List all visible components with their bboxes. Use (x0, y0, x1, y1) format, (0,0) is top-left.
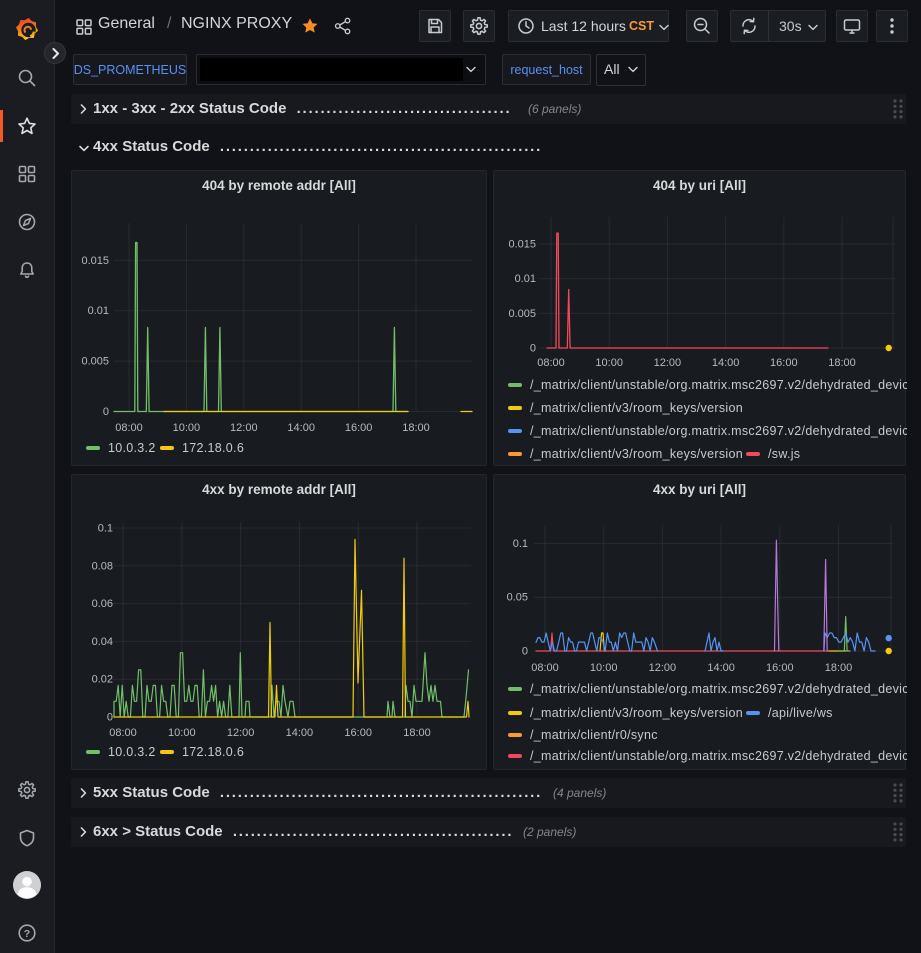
svg-text:0: 0 (103, 406, 109, 418)
svg-text:14:00: 14:00 (712, 357, 740, 369)
svg-text:14:00: 14:00 (286, 727, 314, 739)
svg-text:12:00: 12:00 (227, 727, 255, 739)
svg-text:08:00: 08:00 (531, 662, 559, 674)
svg-text:/_matrix/client/v3/room_keys/v: /_matrix/client/v3/room_keys/version (530, 447, 743, 461)
svg-text:0.04: 0.04 (92, 636, 113, 648)
svg-text:/_matrix/client/v3/room_keys/v: /_matrix/client/v3/room_keys/version (530, 706, 743, 720)
svg-text:10:00: 10:00 (595, 357, 623, 369)
svg-text:10:00: 10:00 (168, 727, 196, 739)
svg-text:0: 0 (522, 646, 528, 658)
svg-text:08:00: 08:00 (109, 727, 137, 739)
svg-text:0.015: 0.015 (81, 255, 109, 267)
svg-text:12:00: 12:00 (654, 357, 682, 369)
svg-text:/api/live/ws: /api/live/ws (768, 706, 833, 720)
svg-text:14:00: 14:00 (707, 662, 735, 674)
svg-text:/_matrix/client/unstable/org.m: /_matrix/client/unstable/org.matrix.msc2… (530, 682, 907, 696)
svg-text:0.01: 0.01 (88, 305, 109, 317)
svg-text:16:00: 16:00 (344, 727, 372, 739)
svg-text:0.005: 0.005 (508, 308, 536, 320)
svg-text:08:00: 08:00 (115, 422, 143, 434)
svg-text:0.005: 0.005 (81, 356, 109, 368)
svg-text:172.18.0.6: 172.18.0.6 (182, 745, 244, 759)
svg-text:18:00: 18:00 (403, 727, 431, 739)
svg-text:18:00: 18:00 (828, 357, 856, 369)
svg-text:10:00: 10:00 (173, 422, 201, 434)
svg-text:0.08: 0.08 (92, 560, 113, 572)
svg-text:?: ? (24, 928, 30, 940)
svg-text:/_matrix/client/unstable/org.m: /_matrix/client/unstable/org.matrix.msc2… (530, 749, 907, 763)
svg-text:0.1: 0.1 (98, 523, 113, 535)
svg-text:/_matrix/client/unstable/org.m: /_matrix/client/unstable/org.matrix.msc2… (530, 424, 907, 438)
svg-text:172.18.0.6: 172.18.0.6 (182, 441, 244, 455)
svg-text:18:00: 18:00 (825, 662, 853, 674)
svg-text:08:00: 08:00 (537, 357, 565, 369)
svg-text:0.02: 0.02 (92, 674, 113, 686)
svg-text:16:00: 16:00 (345, 422, 373, 434)
svg-text:/sw.js: /sw.js (768, 447, 800, 461)
svg-text:12:00: 12:00 (649, 662, 677, 674)
svg-text:16:00: 16:00 (766, 662, 794, 674)
svg-text:0.1: 0.1 (513, 538, 528, 550)
svg-text:0.05: 0.05 (507, 592, 528, 604)
svg-text:14:00: 14:00 (287, 422, 315, 434)
svg-text:10:00: 10:00 (590, 662, 618, 674)
svg-text:0.015: 0.015 (508, 239, 536, 251)
svg-text:0.06: 0.06 (92, 598, 113, 610)
svg-text:16:00: 16:00 (770, 357, 798, 369)
svg-text:10.0.3.2: 10.0.3.2 (108, 745, 156, 759)
svg-text:0: 0 (107, 712, 113, 724)
svg-text:12:00: 12:00 (230, 422, 258, 434)
svg-text:10.0.3.2: 10.0.3.2 (108, 441, 156, 455)
svg-text:/_matrix/client/unstable/org.m: /_matrix/client/unstable/org.matrix.msc2… (530, 378, 907, 392)
svg-text:0.01: 0.01 (515, 273, 536, 285)
svg-text:/_matrix/client/r0/sync: /_matrix/client/r0/sync (530, 728, 658, 742)
svg-text:/_matrix/client/v3/room_keys/v: /_matrix/client/v3/room_keys/version (530, 401, 743, 415)
svg-text:18:00: 18:00 (402, 422, 430, 434)
svg-text:0: 0 (530, 343, 536, 355)
